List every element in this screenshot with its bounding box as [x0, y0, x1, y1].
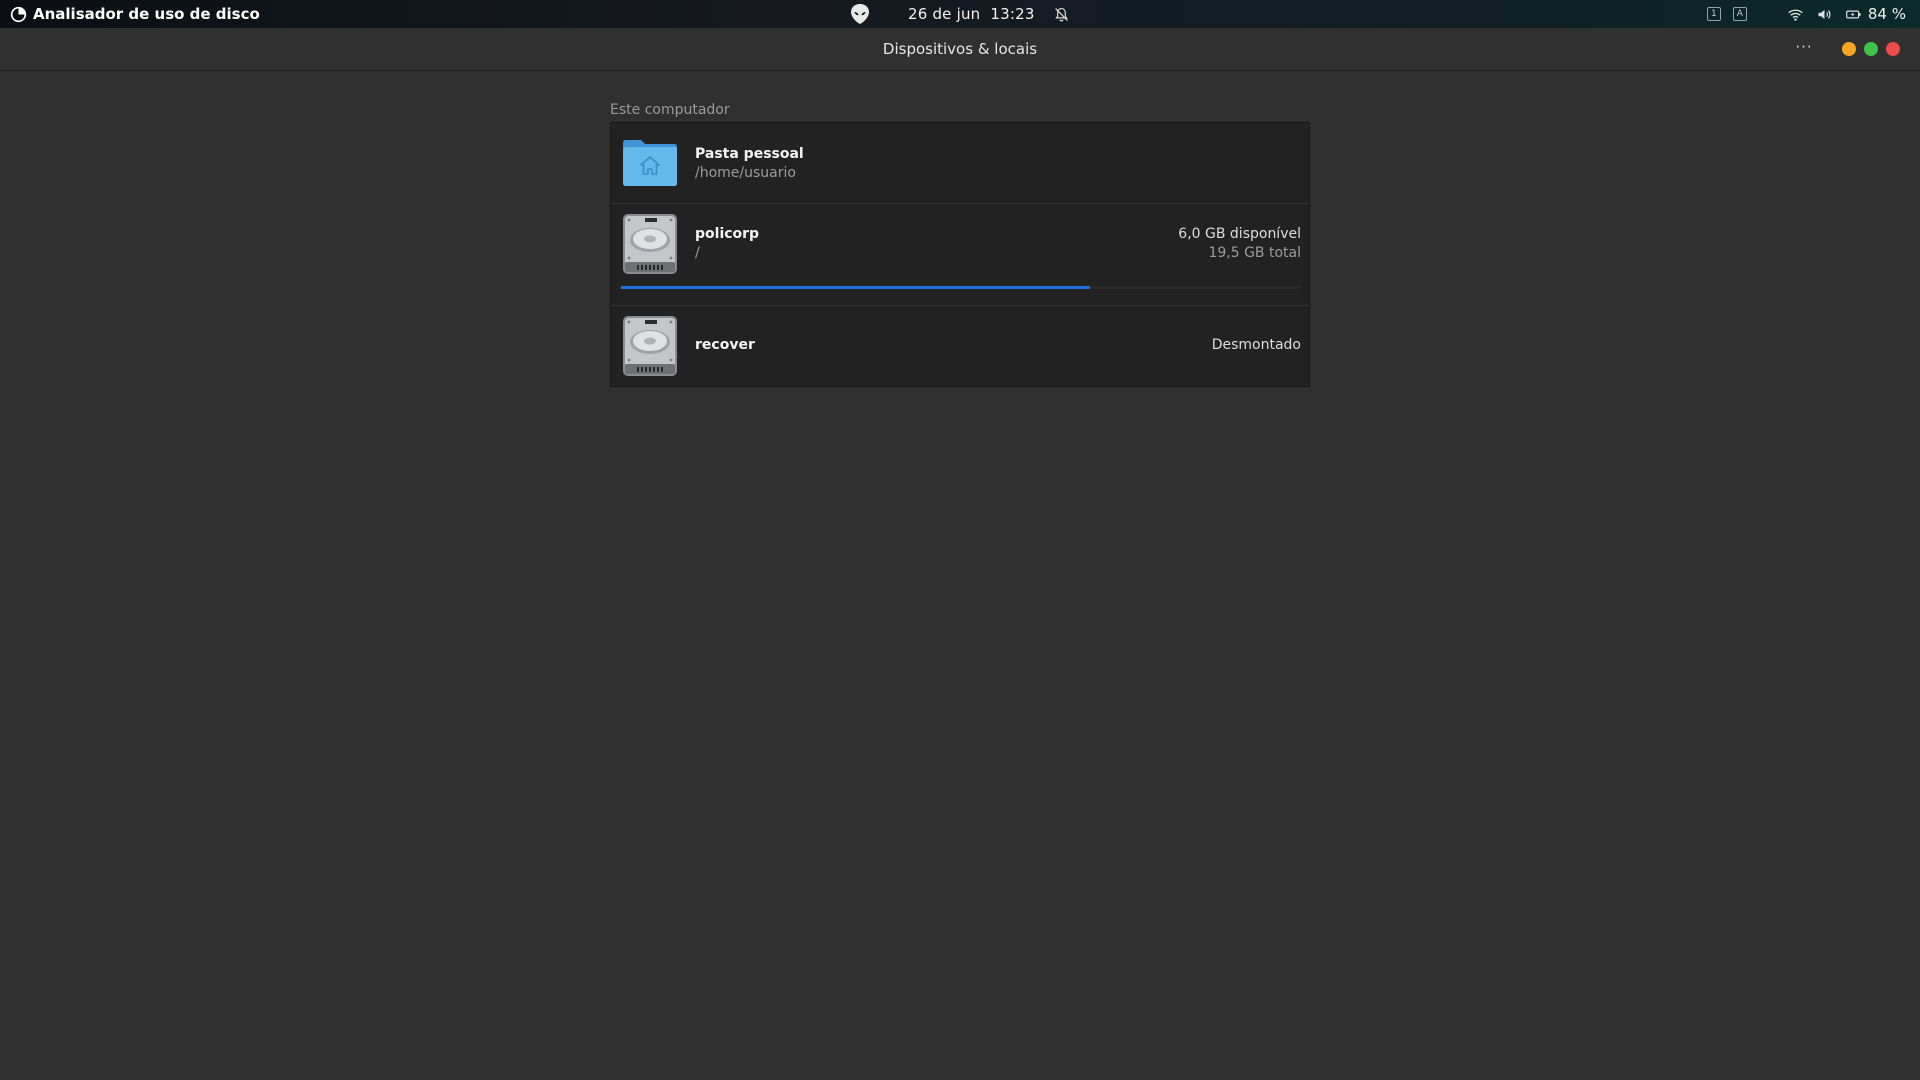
- device-row-policorp[interactable]: policorp / 6,0 GB disponível 19,5 GB tot…: [611, 204, 1309, 306]
- wifi-icon[interactable]: [1787, 6, 1804, 23]
- device-row-recover[interactable]: recover Desmontado: [611, 306, 1309, 386]
- maximize-button[interactable]: [1864, 42, 1878, 56]
- app-name: Analisador de uso de disco: [33, 5, 260, 23]
- clock[interactable]: 26 de jun 13:23: [908, 5, 1035, 23]
- workspace-indicator-1[interactable]: 1: [1706, 7, 1721, 21]
- hard-disk-icon: [623, 316, 677, 376]
- battery-icon[interactable]: [1845, 6, 1862, 23]
- device-name: Pasta pessoal: [695, 146, 804, 162]
- device-available: 6,0 GB disponível: [1178, 226, 1301, 242]
- device-path: /: [695, 245, 700, 261]
- notifications-off-icon[interactable]: [1053, 6, 1070, 23]
- window-title: Dispositivos & locais: [882, 40, 1038, 58]
- device-space-info: 6,0 GB disponível 19,5 GB total: [1178, 226, 1301, 261]
- app-menu[interactable]: Analisador de uso de disco: [10, 0, 260, 28]
- device-status: Desmontado: [1211, 337, 1301, 353]
- disk-usage-analyzer-icon: [10, 6, 27, 22]
- device-row-home[interactable]: Pasta pessoal /home/usuario: [611, 123, 1309, 204]
- device-name: policorp: [695, 226, 760, 242]
- usage-bar-fill: [621, 286, 1091, 289]
- panel-center: 26 de jun 13:23: [848, 0, 1070, 28]
- main-menu-button[interactable]: ···: [1792, 38, 1816, 60]
- workspace-indicator-2[interactable]: A: [1732, 7, 1747, 21]
- home-folder-icon: [623, 140, 677, 186]
- header-bar: Dispositivos & locais ···: [0, 28, 1920, 71]
- alien-logo-icon[interactable]: [848, 2, 872, 26]
- section-label: Este computador: [610, 102, 730, 118]
- hard-disk-icon: [623, 214, 677, 274]
- device-path: /home/usuario: [695, 165, 796, 181]
- time-text: 13:23: [990, 5, 1035, 23]
- battery-percent: 84 %: [1867, 5, 1906, 23]
- close-button[interactable]: [1886, 42, 1900, 56]
- device-total: 19,5 GB total: [1208, 245, 1301, 261]
- top-panel: Analisador de uso de disco 26 de jun 13:2…: [0, 0, 1920, 28]
- minimize-button[interactable]: [1842, 42, 1856, 56]
- volume-icon[interactable]: [1816, 6, 1833, 23]
- device-list: Pasta pessoal /home/usuario policorp / 6…: [610, 122, 1310, 387]
- system-tray: 1 A 84 %: [1706, 0, 1906, 28]
- device-name: recover: [695, 337, 755, 353]
- date-text: 26 de jun: [908, 5, 981, 23]
- usage-bar: [621, 286, 1301, 289]
